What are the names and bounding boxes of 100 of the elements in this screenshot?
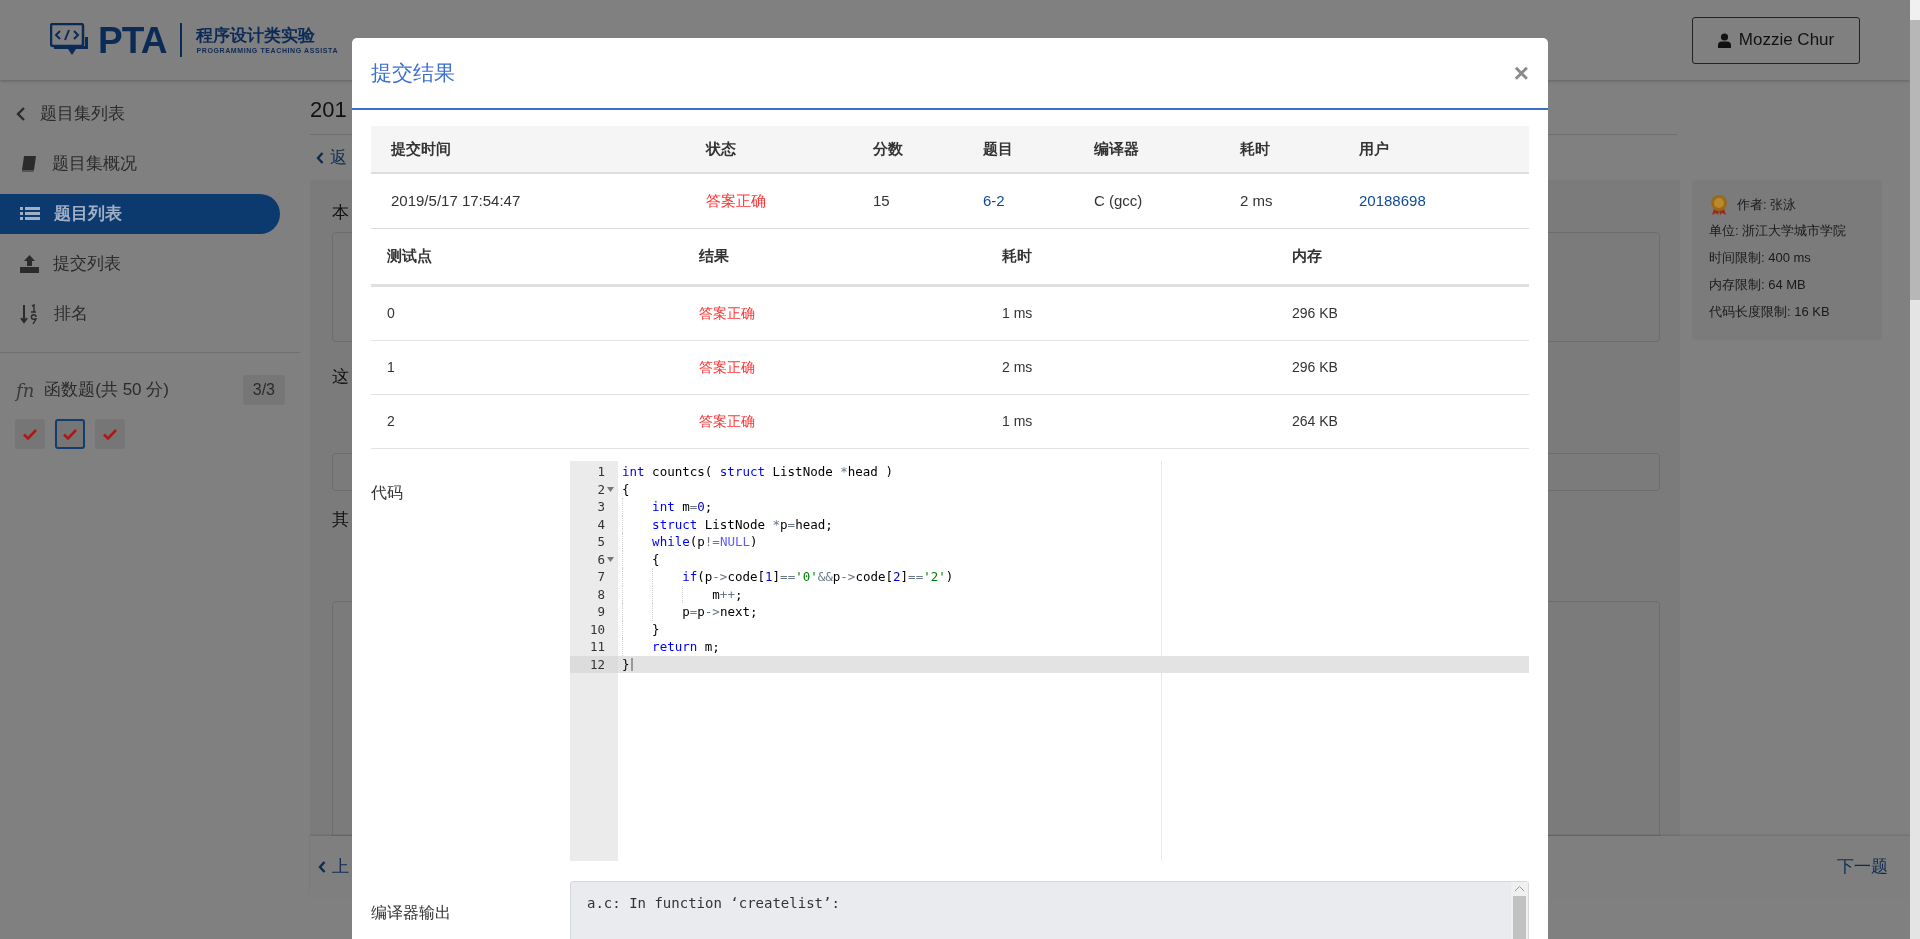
sidebar-item[interactable]: 题目集列表 <box>0 94 280 134</box>
column-header: 编译器 <box>1094 138 1140 159</box>
table-link[interactable]: 20188698 <box>1359 189 1529 213</box>
page-title: 201 <box>310 96 347 124</box>
book-icon <box>20 155 38 173</box>
code-line: int m=0; <box>652 498 713 516</box>
problem-button[interactable] <box>55 419 85 449</box>
line-number: 11 <box>589 638 605 656</box>
code-line: int countcs( struct ListNode *head ) <box>622 463 893 481</box>
code-line: } <box>622 655 630 673</box>
sort-numeric-icon <box>20 304 40 324</box>
line-number: 5 <box>597 533 605 551</box>
table-cell-text: 296 KB <box>1292 358 1339 377</box>
table-cell-text: 2 ms <box>1002 358 1034 377</box>
table-cell-text: 答案正确 <box>706 190 767 211</box>
function-icon-text: fn <box>16 378 35 403</box>
user-button[interactable]: Mozzie Chur <box>1692 16 1860 64</box>
column-header: 结果 <box>699 246 730 267</box>
table-cell-text: C (gcc) <box>1094 190 1144 211</box>
info-text: 单位: 浙江大学城市学院 <box>1709 222 1848 240</box>
list-icon <box>20 206 40 222</box>
code-line: while(p!=NULL) <box>652 533 758 551</box>
table-cell-text: 答案正确 <box>699 304 756 323</box>
code-line: if(p->code[1]=='0'&&p->code[2]=='2') <box>682 568 954 586</box>
paragraph-fragment: 本 <box>332 202 349 224</box>
line-number: 3 <box>597 498 605 516</box>
code-editor[interactable]: 1 2 3 4 5 6 7 8 9 10 11 12 int countcs( struct ListNode *head ) { int m=0; struct ListNode *p=head; while(p!=NULL) { if(p->code[1]=='0'&&p->code[2]=='2') m++; p=p->next; } return m; } <box>570 461 1529 861</box>
table-cell-text: 1 ms <box>1002 412 1034 431</box>
code-line: m++; <box>712 585 743 603</box>
table-cell-text: 答案正确 <box>699 412 756 431</box>
medal-icon <box>1709 194 1729 216</box>
chevron-left-icon <box>316 151 324 164</box>
platform-name: 程序设计类实验 <box>196 25 317 46</box>
table-cell-text: 1 <box>387 358 396 377</box>
code-line: { <box>622 480 630 498</box>
logo-text: PTA <box>98 21 167 59</box>
compiler-output-label: 编译器输出 <box>371 903 452 923</box>
line-number: 6 <box>597 550 605 568</box>
table-link[interactable]: 6-2 <box>983 189 1094 213</box>
section-title: 函数题(共 50 分) <box>44 379 169 402</box>
column-header: 内存 <box>1292 246 1323 267</box>
table-cell-text: 264 KB <box>1292 412 1339 431</box>
column-header: 题目 <box>983 138 1014 159</box>
sidebar-item[interactable]: 题目集概况 <box>0 144 280 184</box>
line-number: 9 <box>597 603 605 621</box>
sidebar-item[interactable]: 排名 <box>0 294 280 334</box>
table-cell-text: 2 <box>387 412 396 431</box>
code-line: p=p->next; <box>682 603 758 621</box>
column-header: 用户 <box>1359 138 1390 159</box>
next-link[interactable]: 下一题 <box>1837 853 1888 880</box>
column-header: 分数 <box>873 138 904 159</box>
column-header: 提交时间 <box>391 138 452 159</box>
code-line: struct ListNode *p=head; <box>652 515 833 533</box>
line-number: 4 <box>597 515 605 533</box>
close-button[interactable]: × <box>1513 60 1529 86</box>
author-text: 作者: 张泳 <box>1737 196 1797 215</box>
info-text: 代码长度限制: 16 KB <box>1709 303 1831 321</box>
paragraph-fragment: 其 <box>332 509 349 531</box>
code-line: return m; <box>652 638 720 656</box>
chevron-left-icon <box>318 860 326 873</box>
line-number: 8 <box>597 585 605 603</box>
column-header: 耗时 <box>1240 138 1271 159</box>
fold-arrow-icon[interactable] <box>607 486 614 492</box>
line-number: 1 <box>597 463 605 481</box>
user-icon <box>1717 32 1731 48</box>
line-number: 7 <box>597 568 605 586</box>
line-number: 10 <box>589 620 605 638</box>
table-cell-text: 15 <box>873 190 891 211</box>
column-header: 耗时 <box>1002 246 1033 267</box>
progress-count: 3/3 <box>242 375 285 405</box>
table-cell-text: 答案正确 <box>699 358 756 377</box>
scrollbar[interactable] <box>1511 882 1528 939</box>
back-link[interactable]: 返 <box>330 144 347 171</box>
line-number: 12 <box>589 655 605 673</box>
sidebar-item[interactable]: 题目列表 <box>0 194 280 234</box>
sidebar-item[interactable]: 提交列表 <box>0 244 280 284</box>
table-cell-text: 1 ms <box>1002 304 1034 323</box>
check-icon <box>63 428 77 440</box>
fold-arrow-icon[interactable] <box>607 556 614 562</box>
column-header: 状态 <box>706 138 737 159</box>
line-number: 2 <box>597 480 605 498</box>
info-text: 内存限制: 64 MB <box>1709 276 1807 294</box>
code-line: { <box>652 550 660 568</box>
check-icon <box>23 428 37 440</box>
code-line: } <box>652 620 660 638</box>
table-cell-text: 2019/5/17 17:54:47 <box>391 190 522 211</box>
dialog-title: 提交结果 <box>371 60 455 87</box>
table-cell-text: 296 KB <box>1292 304 1339 323</box>
upload-icon <box>20 255 39 273</box>
problem-button[interactable] <box>15 419 45 449</box>
table-cell-text: 0 <box>387 304 396 323</box>
problem-button[interactable] <box>95 419 125 449</box>
check-icon <box>103 428 117 440</box>
compiler-output-text: a.c: In function ‘createlist’: <box>586 894 841 913</box>
column-header: 测试点 <box>387 246 433 267</box>
code-label: 代码 <box>371 483 404 503</box>
info-text: 时间限制: 400 ms <box>1709 249 1812 267</box>
chevron-left-icon <box>16 107 26 121</box>
paragraph-fragment: 这 <box>332 365 349 388</box>
previous-link[interactable]: 上 <box>332 853 349 880</box>
